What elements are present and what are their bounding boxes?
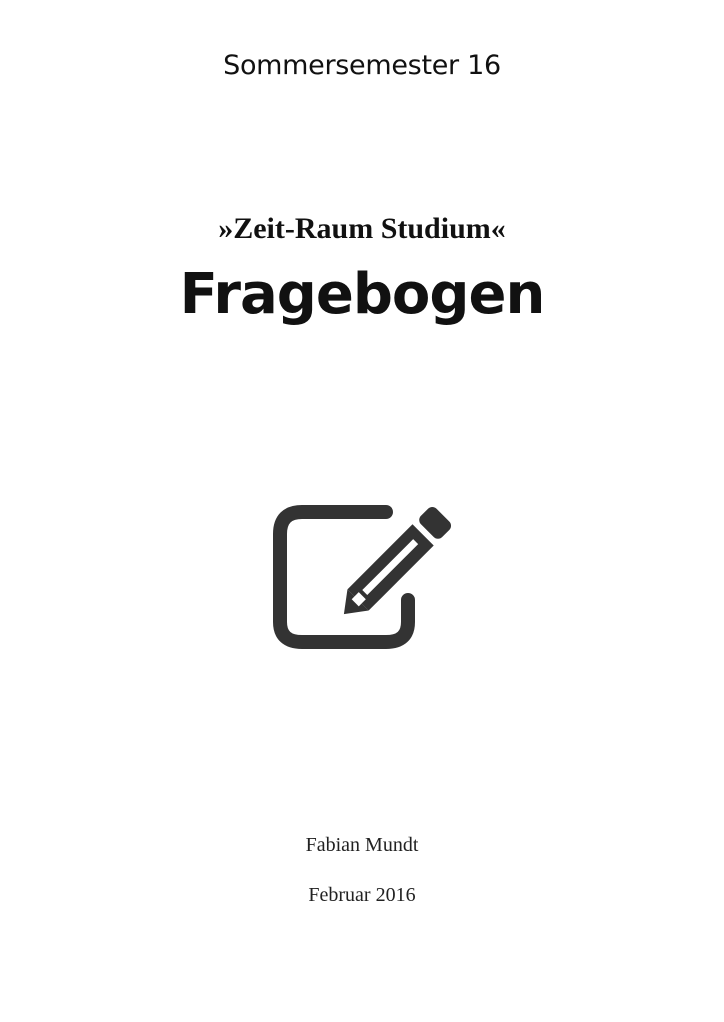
document-subtitle: »Zeit-Raum Studium« [218,212,506,245]
document-page: Sommersemester 16 »Zeit-Raum Studium« Fr… [0,0,724,1022]
author-name: Fabian Mundt [305,834,419,856]
document-date: Februar 2016 [308,884,416,906]
edit-icon [268,500,458,650]
semester-label: Sommersemester 16 [223,50,501,81]
document-title: Fragebogen [179,262,546,327]
